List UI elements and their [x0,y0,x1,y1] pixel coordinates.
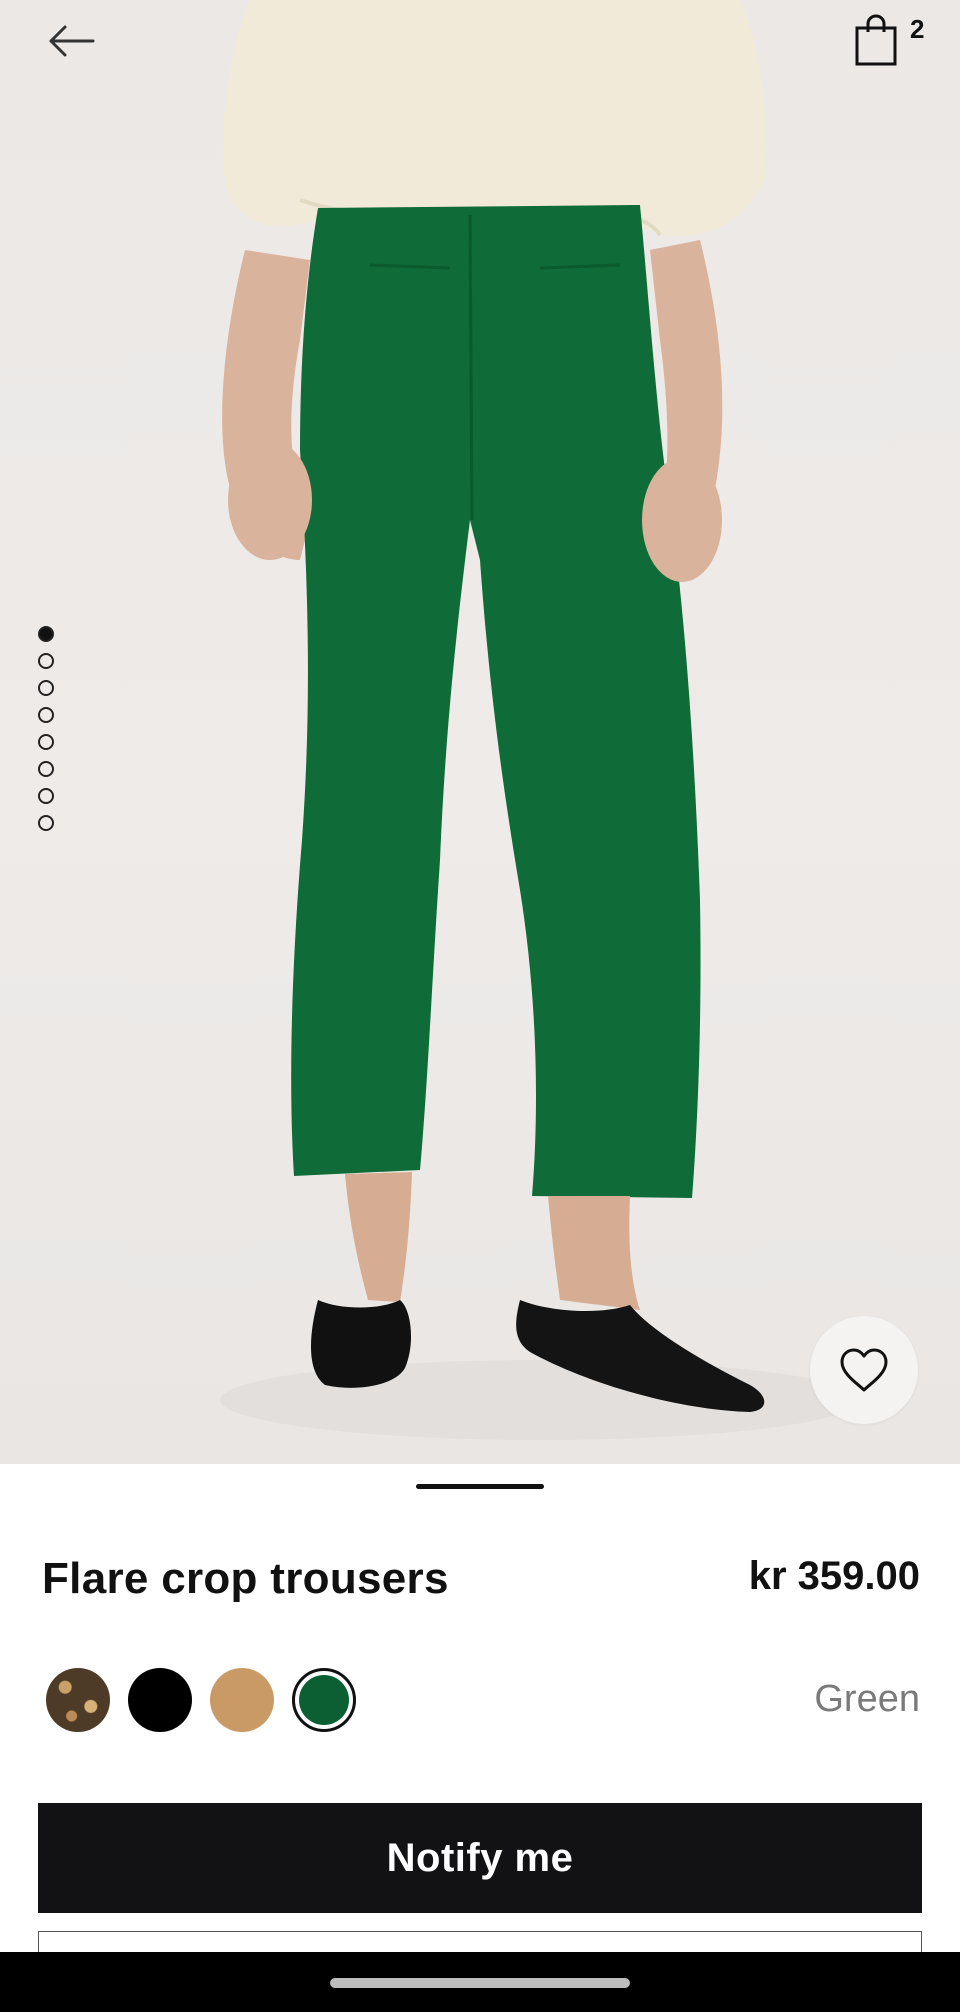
color-swatch-camel[interactable] [210,1668,274,1732]
color-swatch-black[interactable] [128,1668,192,1732]
favorite-button[interactable] [810,1316,918,1424]
shopping-bag-button[interactable]: 2 [848,8,928,74]
gallery-dot[interactable] [38,788,54,804]
gallery-dot[interactable] [38,734,54,750]
camel-swatch-fill [210,1668,274,1732]
sheet-drag-handle[interactable] [416,1484,544,1489]
product-image-gallery[interactable]: 2 [0,0,960,1464]
color-swatch-list [46,1668,356,1732]
green-swatch-fill [299,1675,349,1725]
arrow-left-icon [49,25,95,57]
system-navigation-bar [0,1952,960,2012]
color-swatch-patterned[interactable] [46,1668,110,1732]
gallery-dot[interactable] [38,626,54,642]
heart-outline-icon [840,1348,888,1392]
bag-item-count: 2 [910,14,925,44]
product-title: Flare crop trousers [42,1554,449,1603]
product-price: kr 359.00 [748,1554,920,1598]
gallery-pagination [38,626,58,831]
back-button[interactable] [38,14,104,68]
gallery-dot[interactable] [38,707,54,723]
gallery-dot[interactable] [38,815,54,831]
notify-me-button[interactable]: Notify me [38,1803,922,1913]
black-swatch-fill [128,1668,192,1732]
patterned-swatch-fill [46,1668,110,1732]
gallery-dot[interactable] [38,761,54,777]
gallery-dot[interactable] [38,653,54,669]
home-gesture-pill[interactable] [330,1978,630,1988]
selected-color-name: Green [814,1678,920,1720]
color-swatch-green[interactable] [292,1668,356,1732]
product-details-sheet: Flare crop trousers kr 359.00 Green Noti… [0,1464,960,1971]
shopping-bag-icon [855,14,897,66]
product-photo [220,0,860,1440]
gallery-dot[interactable] [38,680,54,696]
